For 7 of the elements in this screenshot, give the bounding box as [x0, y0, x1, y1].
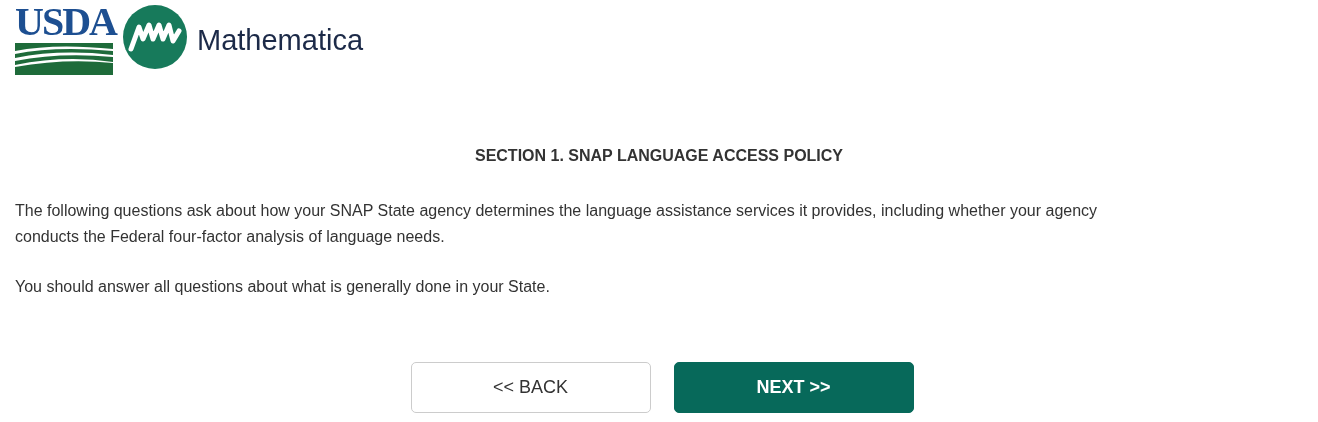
logo-wordmark: Mathematica	[197, 23, 363, 58]
logo-icon	[123, 5, 187, 69]
next-button[interactable]: NEXT >>	[673, 362, 914, 413]
intro-paragraph: The following questions ask about how your SNAP State agency determines the language assistance services it provides, including whether your agency conducts the Federal four-factor analysis of language needs.	[15, 201, 1099, 247]
back-button[interactable]: << BACK	[410, 362, 651, 413]
intro-paragraph: You should answer all questions about what is generally done in your State.	[15, 277, 551, 297]
section-heading: SECTION 1. SNAP LANGUAGE ACCESS POLICY	[473, 146, 845, 166]
